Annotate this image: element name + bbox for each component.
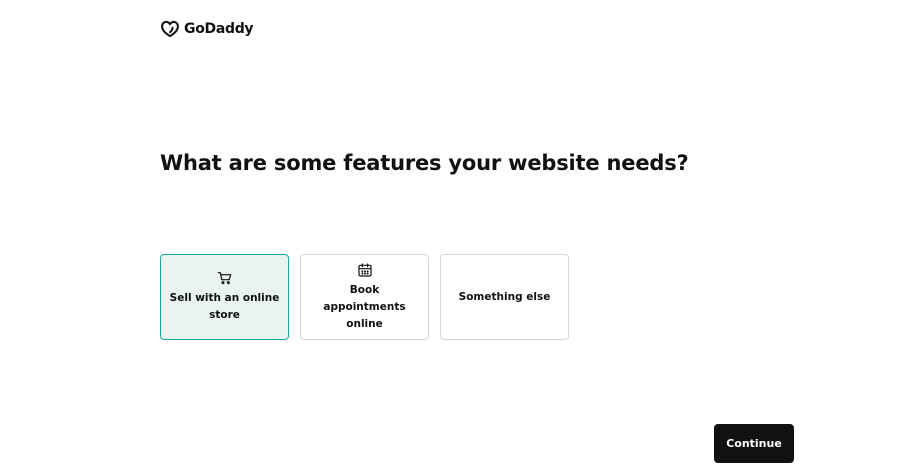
option-label: Book appointments online (323, 283, 406, 330)
page-title: What are some features your website need… (160, 151, 689, 175)
option-card-online-store[interactable]: Sell with an online store (160, 254, 289, 340)
godaddy-logo[interactable]: GoDaddy (160, 18, 254, 40)
godaddy-logo-icon (161, 20, 179, 38)
calendar-icon (357, 262, 372, 277)
logo-wordmark: GoDaddy (184, 21, 254, 37)
continue-button[interactable]: Continue (714, 424, 794, 463)
option-card-book-appointments[interactable]: Book appointments online (300, 254, 429, 340)
option-label: Sell with an online store (169, 292, 280, 321)
feature-options: Sell with an online store Book appointme… (160, 254, 569, 340)
page: GoDaddy What are some features your webs… (0, 0, 901, 475)
shopping-cart-icon (217, 272, 231, 285)
option-label: Something else (458, 290, 551, 303)
option-card-something-else[interactable]: Something else (440, 254, 569, 340)
